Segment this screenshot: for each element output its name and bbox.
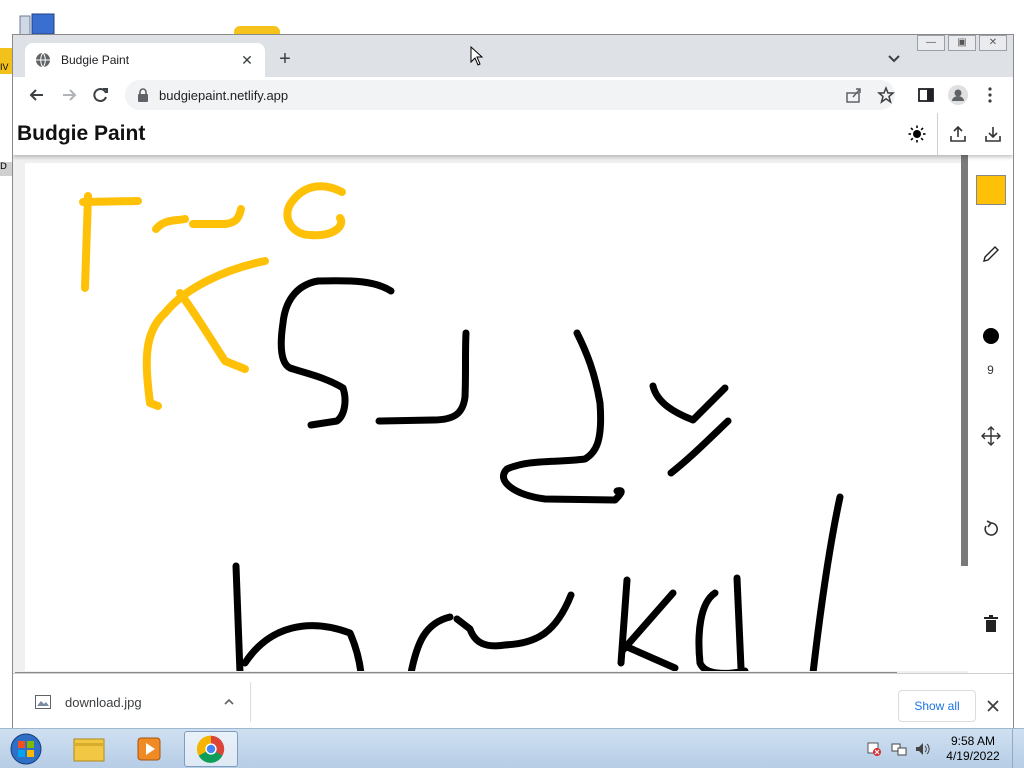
volume-icon[interactable]	[914, 741, 930, 757]
chrome-icon[interactable]	[184, 731, 238, 767]
desktop-edge-label: IV	[0, 62, 9, 72]
taskbar: 9:58 AM 4/19/2022	[0, 728, 1024, 768]
app-title: Budgie Paint	[17, 122, 146, 145]
download-shelf: download.jpg Show all	[13, 673, 1013, 729]
image-file-icon	[35, 695, 51, 709]
chevron-up-icon[interactable]	[222, 695, 236, 709]
reload-icon[interactable]	[91, 85, 111, 105]
close-icon[interactable]	[985, 698, 1001, 714]
clock-time: 9:58 AM	[950, 734, 996, 748]
color-picker-swatch[interactable]	[976, 175, 1006, 205]
browser-toolbar: budgiepaint.netlify.app	[13, 77, 1013, 113]
maximize-button[interactable]: ▣	[948, 35, 976, 51]
desktop-edge-label-2: D	[0, 162, 12, 176]
download-icon[interactable]	[984, 125, 1002, 143]
brush-size-icon[interactable]	[983, 328, 999, 344]
undo-icon[interactable]	[980, 518, 1002, 540]
show-all-button[interactable]: Show all	[898, 690, 976, 722]
app-header: Budgie Paint	[13, 113, 1013, 155]
tool-sidebar: 9	[968, 155, 1013, 673]
globe-icon	[36, 52, 50, 68]
url-text[interactable]: budgiepaint.netlify.app	[159, 88, 288, 103]
network-icon[interactable]	[891, 741, 907, 757]
window-controls: — ▣ ✕	[914, 35, 1007, 51]
drawing-canvas[interactable]	[25, 163, 968, 673]
page-content: Budgie Paint 9	[13, 113, 1013, 673]
chevron-down-icon[interactable]	[885, 51, 903, 67]
mouse-cursor-icon	[470, 46, 484, 66]
download-file-name[interactable]: download.jpg	[65, 695, 222, 710]
black-strokes	[232, 277, 844, 673]
tab-budgie-paint[interactable]: Budgie Paint ✕	[25, 43, 265, 77]
profile-avatar-icon[interactable]	[947, 84, 969, 106]
canvas-area	[13, 155, 968, 673]
theme-toggle-icon[interactable]	[908, 125, 926, 143]
action-center-icon[interactable]	[866, 741, 882, 757]
bookmark-star-icon[interactable]	[877, 86, 895, 104]
move-icon[interactable]	[980, 425, 1002, 447]
clock-date: 4/19/2022	[946, 749, 1000, 763]
tab-title: Budgie Paint	[61, 53, 130, 67]
new-tab-button[interactable]: +	[275, 49, 295, 69]
pencil-icon[interactable]	[980, 243, 1002, 265]
close-tab-icon[interactable]: ✕	[239, 52, 255, 69]
minimize-button[interactable]: —	[917, 35, 945, 51]
trash-icon[interactable]	[980, 613, 1002, 635]
back-icon[interactable]	[27, 85, 47, 105]
show-desktop-button[interactable]	[1012, 729, 1024, 768]
start-orb-icon[interactable]	[4, 731, 48, 767]
brush-size-value: 9	[987, 363, 994, 377]
more-menu-icon[interactable]	[981, 86, 999, 104]
media-player-icon[interactable]	[122, 731, 176, 767]
share-icon[interactable]	[845, 86, 863, 104]
address-bar[interactable]: budgiepaint.netlify.app	[125, 80, 895, 110]
upload-icon[interactable]	[949, 125, 967, 143]
browser-window: Budgie Paint ✕ + — ▣ ✕ budgiepaint.netli…	[12, 34, 1014, 729]
close-window-button[interactable]: ✕	[979, 35, 1007, 51]
header-separator	[937, 113, 938, 155]
taskbar-clock[interactable]: 9:58 AM 4/19/2022	[942, 734, 1004, 764]
forward-icon[interactable]	[59, 85, 79, 105]
browser-titlebar[interactable]: Budgie Paint ✕ + — ▣ ✕	[13, 35, 1013, 77]
lock-icon[interactable]	[137, 88, 149, 102]
download-item[interactable]: download.jpg	[23, 682, 251, 722]
file-explorer-icon[interactable]	[62, 731, 116, 767]
side-panel-icon[interactable]	[917, 86, 935, 104]
